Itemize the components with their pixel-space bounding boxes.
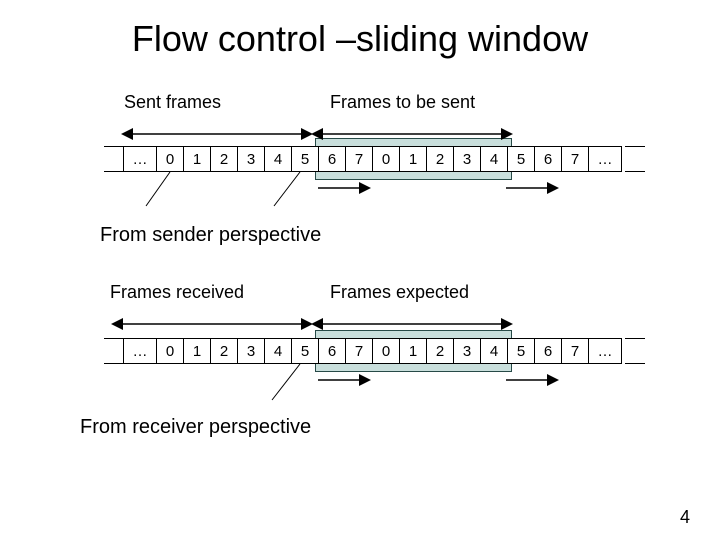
frame-cell: 2	[426, 146, 454, 172]
label-frames-to-be-sent: Frames to be sent	[330, 92, 475, 113]
frame-cell: 7	[561, 146, 589, 172]
label-frames-expected: Frames expected	[330, 282, 469, 303]
frame-cell: 5	[507, 146, 535, 172]
frame-cell: 3	[453, 338, 481, 364]
frame-cell: 0	[372, 146, 400, 172]
frame-cell: 4	[264, 146, 292, 172]
frame-cell: …	[123, 146, 157, 172]
frame-cell: 2	[426, 338, 454, 364]
frame-cell: 4	[264, 338, 292, 364]
frame-cell: 0	[372, 338, 400, 364]
frame-cell: 1	[399, 338, 427, 364]
frame-cell: 2	[210, 146, 238, 172]
frame-cell: …	[123, 338, 157, 364]
frame-cell: …	[588, 146, 622, 172]
caption-sender: From sender perspective	[100, 224, 321, 247]
frame-cell: 6	[534, 338, 562, 364]
rail-left-receiver	[104, 338, 124, 364]
frame-cell: 1	[183, 146, 211, 172]
frame-cell: 0	[156, 146, 184, 172]
frame-cell: 1	[183, 338, 211, 364]
frame-cell: 4	[480, 146, 508, 172]
frame-cell: 6	[318, 338, 346, 364]
frame-cell: 3	[237, 338, 265, 364]
frame-cell: …	[588, 338, 622, 364]
frame-row-sender: …0123456701234567…	[124, 146, 622, 172]
rail-right-receiver	[625, 338, 645, 364]
frame-cell: 6	[318, 146, 346, 172]
rail-left-sender	[104, 146, 124, 172]
label-frames-received: Frames received	[110, 282, 244, 303]
page-title: Flow control –sliding window	[0, 18, 720, 60]
frame-cell: 4	[480, 338, 508, 364]
frame-cell: 0	[156, 338, 184, 364]
frame-cell: 3	[237, 146, 265, 172]
frame-cell: 5	[291, 338, 319, 364]
frame-row-receiver: …0123456701234567…	[124, 338, 622, 364]
frame-cell: 2	[210, 338, 238, 364]
frame-cell: 5	[291, 146, 319, 172]
frame-cell: 6	[534, 146, 562, 172]
frame-cell: 5	[507, 338, 535, 364]
label-sent-frames: Sent frames	[124, 92, 221, 113]
caption-receiver: From receiver perspective	[80, 416, 311, 439]
frame-cell: 1	[399, 146, 427, 172]
frame-cell: 7	[345, 146, 373, 172]
frame-cell: 7	[345, 338, 373, 364]
frame-cell: 7	[561, 338, 589, 364]
page-number: 4	[680, 507, 690, 528]
rail-right-sender	[625, 146, 645, 172]
frame-cell: 3	[453, 146, 481, 172]
